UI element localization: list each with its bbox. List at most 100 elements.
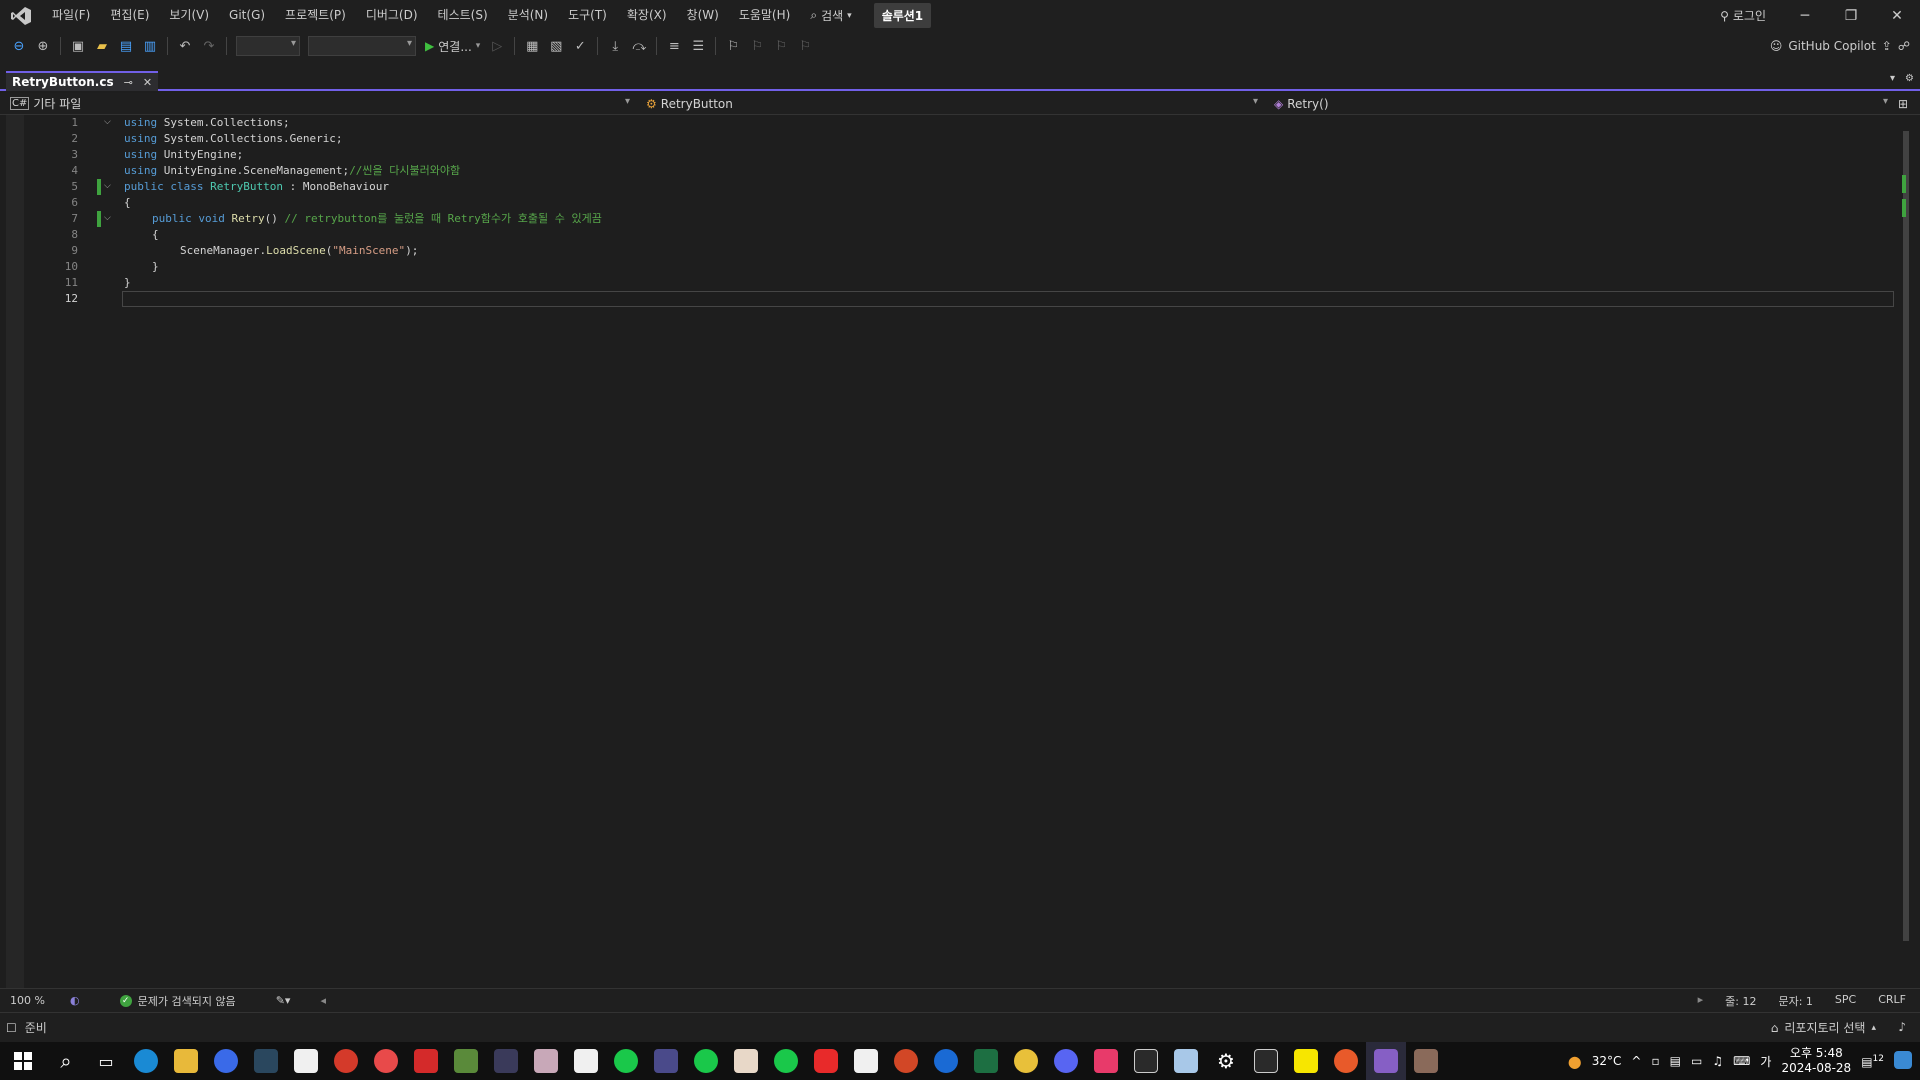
unity-hub-icon[interactable]	[846, 1042, 886, 1080]
edge-icon[interactable]	[126, 1042, 166, 1080]
game-controller-icon[interactable]	[686, 1042, 726, 1080]
notification-bell-icon[interactable]: ♪	[1898, 1020, 1906, 1034]
youtube-icon[interactable]	[806, 1042, 846, 1080]
notification-icon[interactable]: ▤12	[1861, 1054, 1884, 1069]
menu-analyze[interactable]: 분석(N)	[498, 0, 558, 31]
discord-icon[interactable]	[1046, 1042, 1086, 1080]
character-app-icon[interactable]	[526, 1042, 566, 1080]
visual-studio-logo-icon[interactable]	[0, 0, 42, 31]
fold-collapse-icon[interactable]: ⌵	[104, 181, 111, 191]
app-m-icon[interactable]	[486, 1042, 526, 1080]
menu-view[interactable]: 보기(V)	[159, 0, 219, 31]
browse-icon[interactable]: ▦	[521, 35, 543, 57]
uncomment-icon[interactable]: ☰	[687, 35, 709, 57]
zoom-dropdown[interactable]: 100 %	[0, 994, 70, 1007]
close-window-button[interactable]: ✕	[1874, 0, 1920, 31]
menu-debug[interactable]: 디버그(D)	[356, 0, 428, 31]
clear-bookmarks-icon[interactable]: ⚐	[794, 35, 816, 57]
settings-gear-icon[interactable]: ⚙	[1206, 1042, 1246, 1080]
weather-icon[interactable]: ●	[1568, 1052, 1582, 1071]
tab-list-dropdown-icon[interactable]: ▾	[1890, 73, 1895, 84]
minecraft-icon[interactable]	[446, 1042, 486, 1080]
brush-icon[interactable]: ✎▾	[276, 994, 291, 1007]
bookmark-icon[interactable]: ⚐	[722, 35, 744, 57]
search-button[interactable]: ⌕ 검색 ▾	[800, 7, 861, 24]
gear-icon[interactable]: ⚙	[1905, 73, 1914, 84]
menu-edit[interactable]: 편집(E)	[100, 0, 159, 31]
gom-icon[interactable]	[406, 1042, 446, 1080]
scrollbar-thumb[interactable]	[1903, 131, 1909, 941]
app-blue-icon[interactable]	[646, 1042, 686, 1080]
fold-collapse-icon[interactable]: ⌵	[104, 213, 111, 223]
menu-help[interactable]: 도움말(H)	[729, 0, 801, 31]
game-app-icon[interactable]	[326, 1042, 366, 1080]
anime-app-icon[interactable]	[726, 1042, 766, 1080]
class-dropdown[interactable]: ⚙ RetryButton	[636, 93, 1264, 115]
back-icon[interactable]: ⊖	[8, 35, 30, 57]
vertical-scrollbar[interactable]	[1902, 115, 1916, 988]
platform-dropdown[interactable]	[308, 36, 416, 56]
spellcheck-icon[interactable]: ✓	[569, 35, 591, 57]
close-icon[interactable]: ✕	[143, 76, 152, 89]
save-all-icon[interactable]: ▥	[139, 35, 161, 57]
excel-icon[interactable]	[966, 1042, 1006, 1080]
tray-app-icon[interactable]: ▫	[1651, 1054, 1659, 1068]
visual-studio-icon[interactable]	[1366, 1042, 1406, 1080]
split-icon[interactable]: ⊞	[1898, 97, 1908, 111]
powerpoint-icon[interactable]	[886, 1042, 926, 1080]
column-indicator[interactable]: 문자: 1	[1778, 993, 1812, 1009]
media-player-icon[interactable]	[206, 1042, 246, 1080]
game-controller-icon[interactable]	[606, 1042, 646, 1080]
solution-name[interactable]: 솔루션1	[873, 3, 932, 28]
scroll-right-icon[interactable]: ▸	[1698, 993, 1704, 1009]
tab-retrybutton-cs[interactable]: RetryButton.cs ⊸ ✕	[6, 71, 159, 91]
step-into-icon[interactable]: ⤓	[604, 35, 626, 57]
layout-icon[interactable]: ▧	[545, 35, 567, 57]
start-without-debug-icon[interactable]: ▷	[486, 35, 508, 57]
forward-icon[interactable]: ⊕	[32, 35, 54, 57]
code-editor[interactable]: 1 2 3 4 5 6 7 8 9 10 11 12 ⌵ ⌵ ⌵ using S…	[0, 115, 1920, 988]
keyboard-icon[interactable]: ⌨	[1733, 1054, 1750, 1068]
windows-start-icon[interactable]	[0, 1042, 46, 1080]
member-dropdown[interactable]: ◈ Retry()	[1264, 93, 1894, 115]
redo-icon[interactable]: ↷	[198, 35, 220, 57]
whitespace-indicator[interactable]: SPC	[1835, 993, 1856, 1009]
menu-project[interactable]: 프로젝트(P)	[275, 0, 356, 31]
undo-icon[interactable]: ↶	[174, 35, 196, 57]
line-ending-indicator[interactable]: CRLF	[1878, 993, 1906, 1009]
github-copilot-button[interactable]: ☺ GitHub Copilot ⇪ ☍	[1770, 39, 1920, 53]
save-icon[interactable]: ▤	[115, 35, 137, 57]
kakaotalk-icon[interactable]	[1286, 1042, 1326, 1080]
menu-file[interactable]: 파일(F)	[42, 0, 100, 31]
comment-icon[interactable]: ≡	[663, 35, 685, 57]
configuration-dropdown[interactable]	[236, 36, 300, 56]
scroll-left-icon[interactable]: ◂	[320, 994, 326, 1007]
menu-tools[interactable]: 도구(T)	[558, 0, 617, 31]
login-button[interactable]: ⚲ 로그인	[1704, 7, 1782, 24]
menu-extensions[interactable]: 확장(X)	[617, 0, 677, 31]
app-pink-icon[interactable]	[1086, 1042, 1126, 1080]
unity-icon[interactable]	[1126, 1042, 1166, 1080]
menu-test[interactable]: 테스트(S)	[428, 0, 498, 31]
issues-indicator[interactable]: ✓ 문제가 검색되지 않음	[119, 993, 236, 1009]
project-dropdown[interactable]: C# 기타 파일	[0, 93, 636, 115]
minimize-button[interactable]: ─	[1782, 0, 1828, 31]
file-explorer-icon[interactable]	[166, 1042, 206, 1080]
prev-bookmark-icon[interactable]: ⚐	[746, 35, 768, 57]
share-icon[interactable]: ⇪	[1882, 39, 1892, 53]
app-s-icon[interactable]	[1326, 1042, 1366, 1080]
restore-button[interactable]: ❐	[1828, 0, 1874, 31]
display-icon[interactable]: ▭	[1691, 1054, 1702, 1068]
unity-icon[interactable]	[1246, 1042, 1286, 1080]
user-thumbnail-icon[interactable]	[1406, 1042, 1446, 1080]
task-view-icon[interactable]: ▭	[86, 1042, 126, 1080]
step-over-icon[interactable]: ⤼	[628, 35, 650, 57]
volume-icon[interactable]: ♫	[1712, 1054, 1723, 1068]
next-bookmark-icon[interactable]: ⚐	[770, 35, 792, 57]
app-red-icon[interactable]	[366, 1042, 406, 1080]
temperature[interactable]: 32°C	[1592, 1054, 1622, 1068]
notepad-icon[interactable]	[286, 1042, 326, 1080]
app-feather-icon[interactable]	[1166, 1042, 1206, 1080]
clock[interactable]: 오후 5:48 2024-08-28	[1781, 1046, 1851, 1076]
copilot-tray-icon[interactable]	[1894, 1050, 1912, 1072]
